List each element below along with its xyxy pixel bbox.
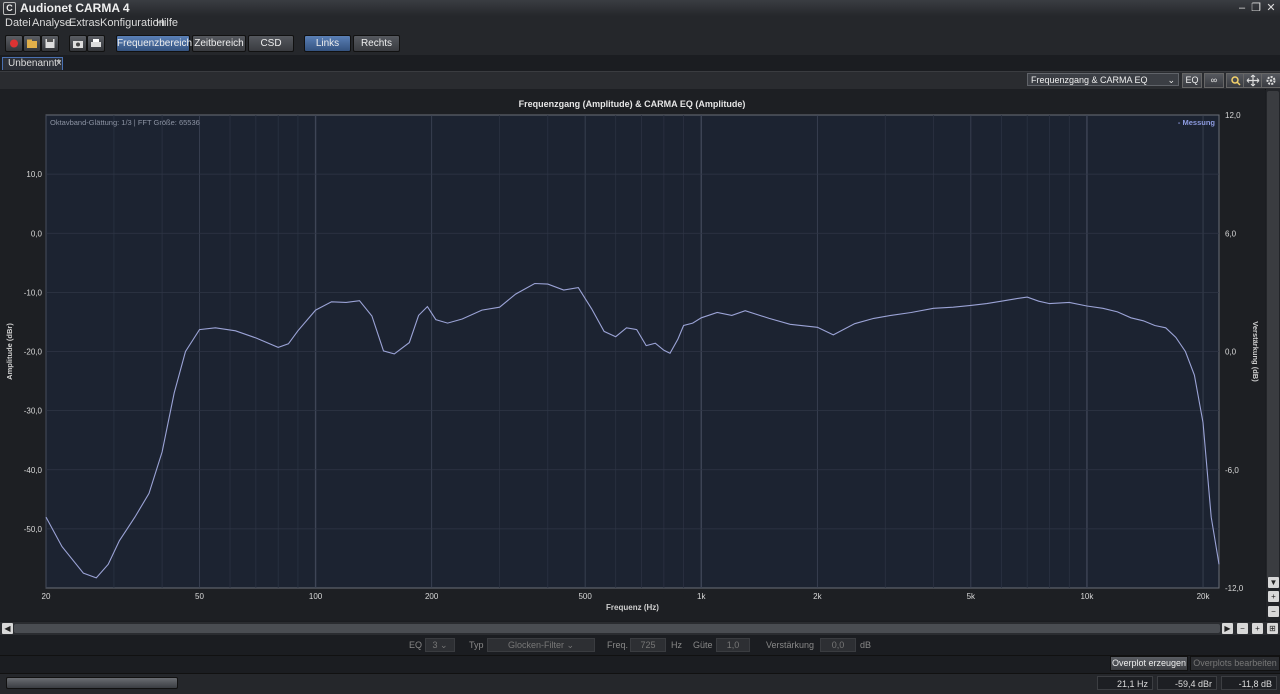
folder-icon — [27, 39, 37, 48]
view-csd-button[interactable]: CSD — [248, 35, 294, 52]
smoothing-annotation: Oktavband-Glättung: 1/3 | FFT Größe: 655… — [50, 118, 200, 127]
y-tick-label: -20,0 — [24, 348, 43, 357]
freq-input[interactable]: 725 — [630, 638, 666, 652]
app-logo-icon: C — [3, 2, 16, 15]
restore-icon[interactable]: ❐ — [1248, 0, 1264, 16]
menu-analyse[interactable]: Analyse — [32, 17, 71, 30]
type-label: Typ — [469, 640, 484, 650]
menu-extras[interactable]: Extras — [69, 17, 100, 30]
x-tick-label: 5k — [967, 592, 976, 601]
overplot-row — [0, 655, 1280, 672]
x-tick-label: 100 — [309, 592, 323, 601]
gear-icon — [1266, 76, 1276, 85]
tab-label: Unbenannt* — [8, 58, 61, 69]
menu-datei[interactable]: Datei — [5, 17, 31, 30]
gain-label: Verstärkung — [766, 640, 815, 650]
y2-tick-label: 0,0 — [1225, 348, 1237, 357]
x-tick-label: 1k — [697, 592, 706, 601]
tab-row — [0, 55, 1280, 71]
y-tick-label: -30,0 — [24, 407, 43, 416]
chart-title: Frequenzgang (Amplitude) & CARMA EQ (Amp… — [519, 99, 746, 109]
status-gain: -11,8 dB — [1221, 676, 1277, 690]
y-tick-label: 0,0 — [31, 229, 43, 238]
overplot-edit-button[interactable]: Overplots bearbeiten — [1190, 656, 1280, 671]
y-tick-label: 10,0 — [26, 170, 42, 179]
zoom-reset-icon[interactable]: ⊞ — [1267, 623, 1278, 634]
type-select-value: Glocken-Filter — [507, 640, 564, 650]
zoom-in-y-icon[interactable]: + — [1268, 591, 1279, 602]
y2-tick-label: -12,0 — [1225, 584, 1244, 593]
y-tick-label: -10,0 — [24, 288, 43, 297]
tab-unbenannt[interactable]: Unbenannt* × — [2, 57, 63, 70]
type-select[interactable]: Glocken-Filter ⌄ — [487, 638, 595, 652]
printer-icon — [91, 39, 101, 47]
x-tick-label: 20 — [42, 592, 51, 601]
channel-links-button[interactable]: Links — [304, 35, 351, 52]
pan-button[interactable] — [1243, 73, 1263, 88]
status-bar — [0, 673, 1280, 694]
title-bar — [0, 0, 1280, 16]
save-icon — [45, 39, 55, 48]
x-tick-label: 500 — [578, 592, 592, 601]
x-tick-label: 200 — [425, 592, 439, 601]
close-icon[interactable]: ✕ — [1263, 0, 1279, 16]
y2-tick-label: -6,0 — [1225, 466, 1239, 475]
y2-tick-label: 6,0 — [1225, 229, 1237, 238]
view-select[interactable]: Frequenzgang & CARMA EQ ⌄ — [1027, 73, 1179, 86]
zoom-out-y-icon[interactable]: − — [1268, 606, 1279, 617]
horizontal-scrollbar-thumb[interactable] — [14, 624, 1220, 633]
q-label: Güte — [693, 640, 713, 650]
y-axis-label: Amplitude (dBr) — [5, 323, 14, 380]
x-axis-label: Frequenz (Hz) — [606, 603, 659, 612]
camera-icon — [73, 41, 83, 48]
y2-tick-label: 12,0 — [1225, 111, 1241, 120]
overplot-create-button[interactable]: Overplot erzeugen — [1110, 656, 1188, 671]
eq-select[interactable]: 3 ⌄ — [425, 638, 455, 652]
y2-axis-label: Verstärkung (dB) — [1251, 321, 1260, 382]
eq-label: EQ — [409, 640, 423, 650]
channel-rechts-button[interactable]: Rechts — [353, 35, 400, 52]
gain-input[interactable]: 0,0 — [820, 638, 856, 652]
chevron-down-icon: ⌄ — [1167, 75, 1175, 85]
status-amplitude: -59,4 dBr — [1157, 676, 1217, 690]
scroll-down-icon[interactable]: ▼ — [1268, 577, 1279, 588]
zoom-out-x-icon[interactable]: − — [1237, 623, 1248, 634]
eq-toggle-button[interactable]: EQ — [1182, 73, 1202, 88]
screenshot-button[interactable] — [69, 35, 87, 52]
gain-unit: dB — [860, 640, 872, 650]
y-tick-label: -50,0 — [24, 525, 43, 534]
zoom-in-x-icon[interactable]: + — [1252, 623, 1263, 634]
y-tick-label: -40,0 — [24, 466, 43, 475]
freq-label: Freq. — [607, 640, 629, 650]
scroll-left-icon[interactable]: ◀ — [2, 623, 13, 634]
tab-close-icon[interactable]: × — [56, 58, 62, 70]
freq-unit: Hz — [671, 640, 682, 650]
x-tick-label: 10k — [1080, 592, 1094, 601]
print-button[interactable] — [87, 35, 105, 52]
open-button[interactable] — [23, 35, 41, 52]
q-input[interactable]: 1,0 — [716, 638, 750, 652]
view-select-value: Frequenzgang & CARMA EQ — [1031, 75, 1148, 85]
vertical-scrollbar-thumb[interactable] — [1267, 91, 1279, 579]
link-button[interactable]: ∞ — [1204, 73, 1224, 88]
x-tick-label: 20k — [1197, 592, 1211, 601]
record-button[interactable] — [5, 35, 23, 52]
menu-bar — [0, 16, 1280, 31]
view-zeitbereich-button[interactable]: Zeitbereich — [192, 35, 246, 52]
record-icon — [10, 39, 18, 48]
status-frequency: 21,1 Hz — [1097, 676, 1153, 690]
scroll-right-icon[interactable]: ▶ — [1222, 623, 1233, 634]
view-frequenzbereich-button[interactable]: Frequenzbereich — [116, 35, 192, 52]
settings-button[interactable] — [1261, 73, 1280, 88]
legend-messung: - Messung — [1178, 118, 1216, 127]
x-tick-label: 2k — [813, 592, 822, 601]
save-button[interactable] — [41, 35, 59, 52]
eq-select-value: 3 — [432, 640, 438, 650]
menu-hilfe[interactable]: Hilfe — [156, 17, 178, 30]
window-title: Audionet CARMA 4 — [20, 1, 130, 15]
x-tick-label: 50 — [195, 592, 204, 601]
frequency-response-chart[interactable]: Frequenzgang (Amplitude) & CARMA EQ (Amp… — [0, 89, 1265, 621]
move-icon — [1246, 74, 1260, 87]
progress-bar — [6, 677, 178, 689]
